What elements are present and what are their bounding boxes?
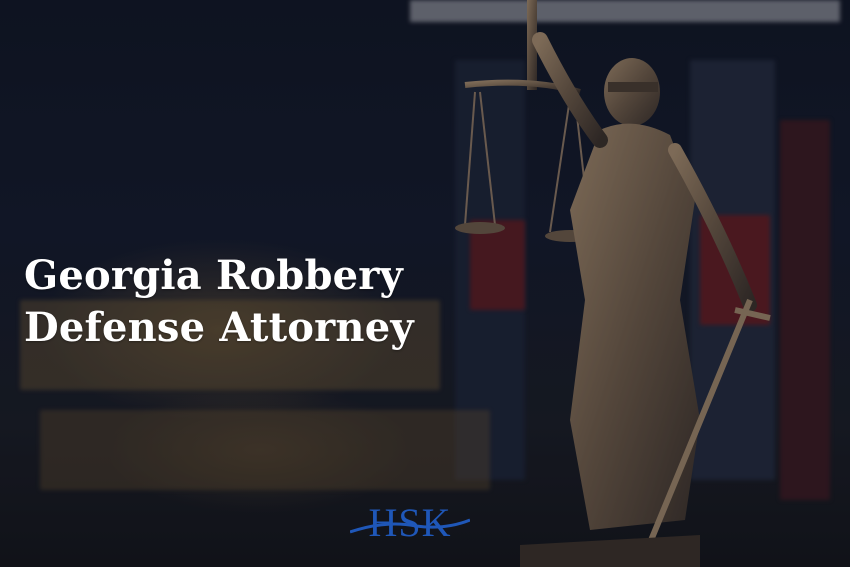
logo-text: HSK [368, 500, 452, 545]
hsk-logo: HSK [350, 500, 470, 546]
page-headline: Georgia Robbery Defense Attorney [24, 250, 414, 354]
headline-line-1: Georgia Robbery [24, 252, 403, 299]
hero-image: Georgia Robbery Defense Attorney HSK [0, 0, 850, 567]
headline-line-2: Defense Attorney [24, 304, 414, 351]
